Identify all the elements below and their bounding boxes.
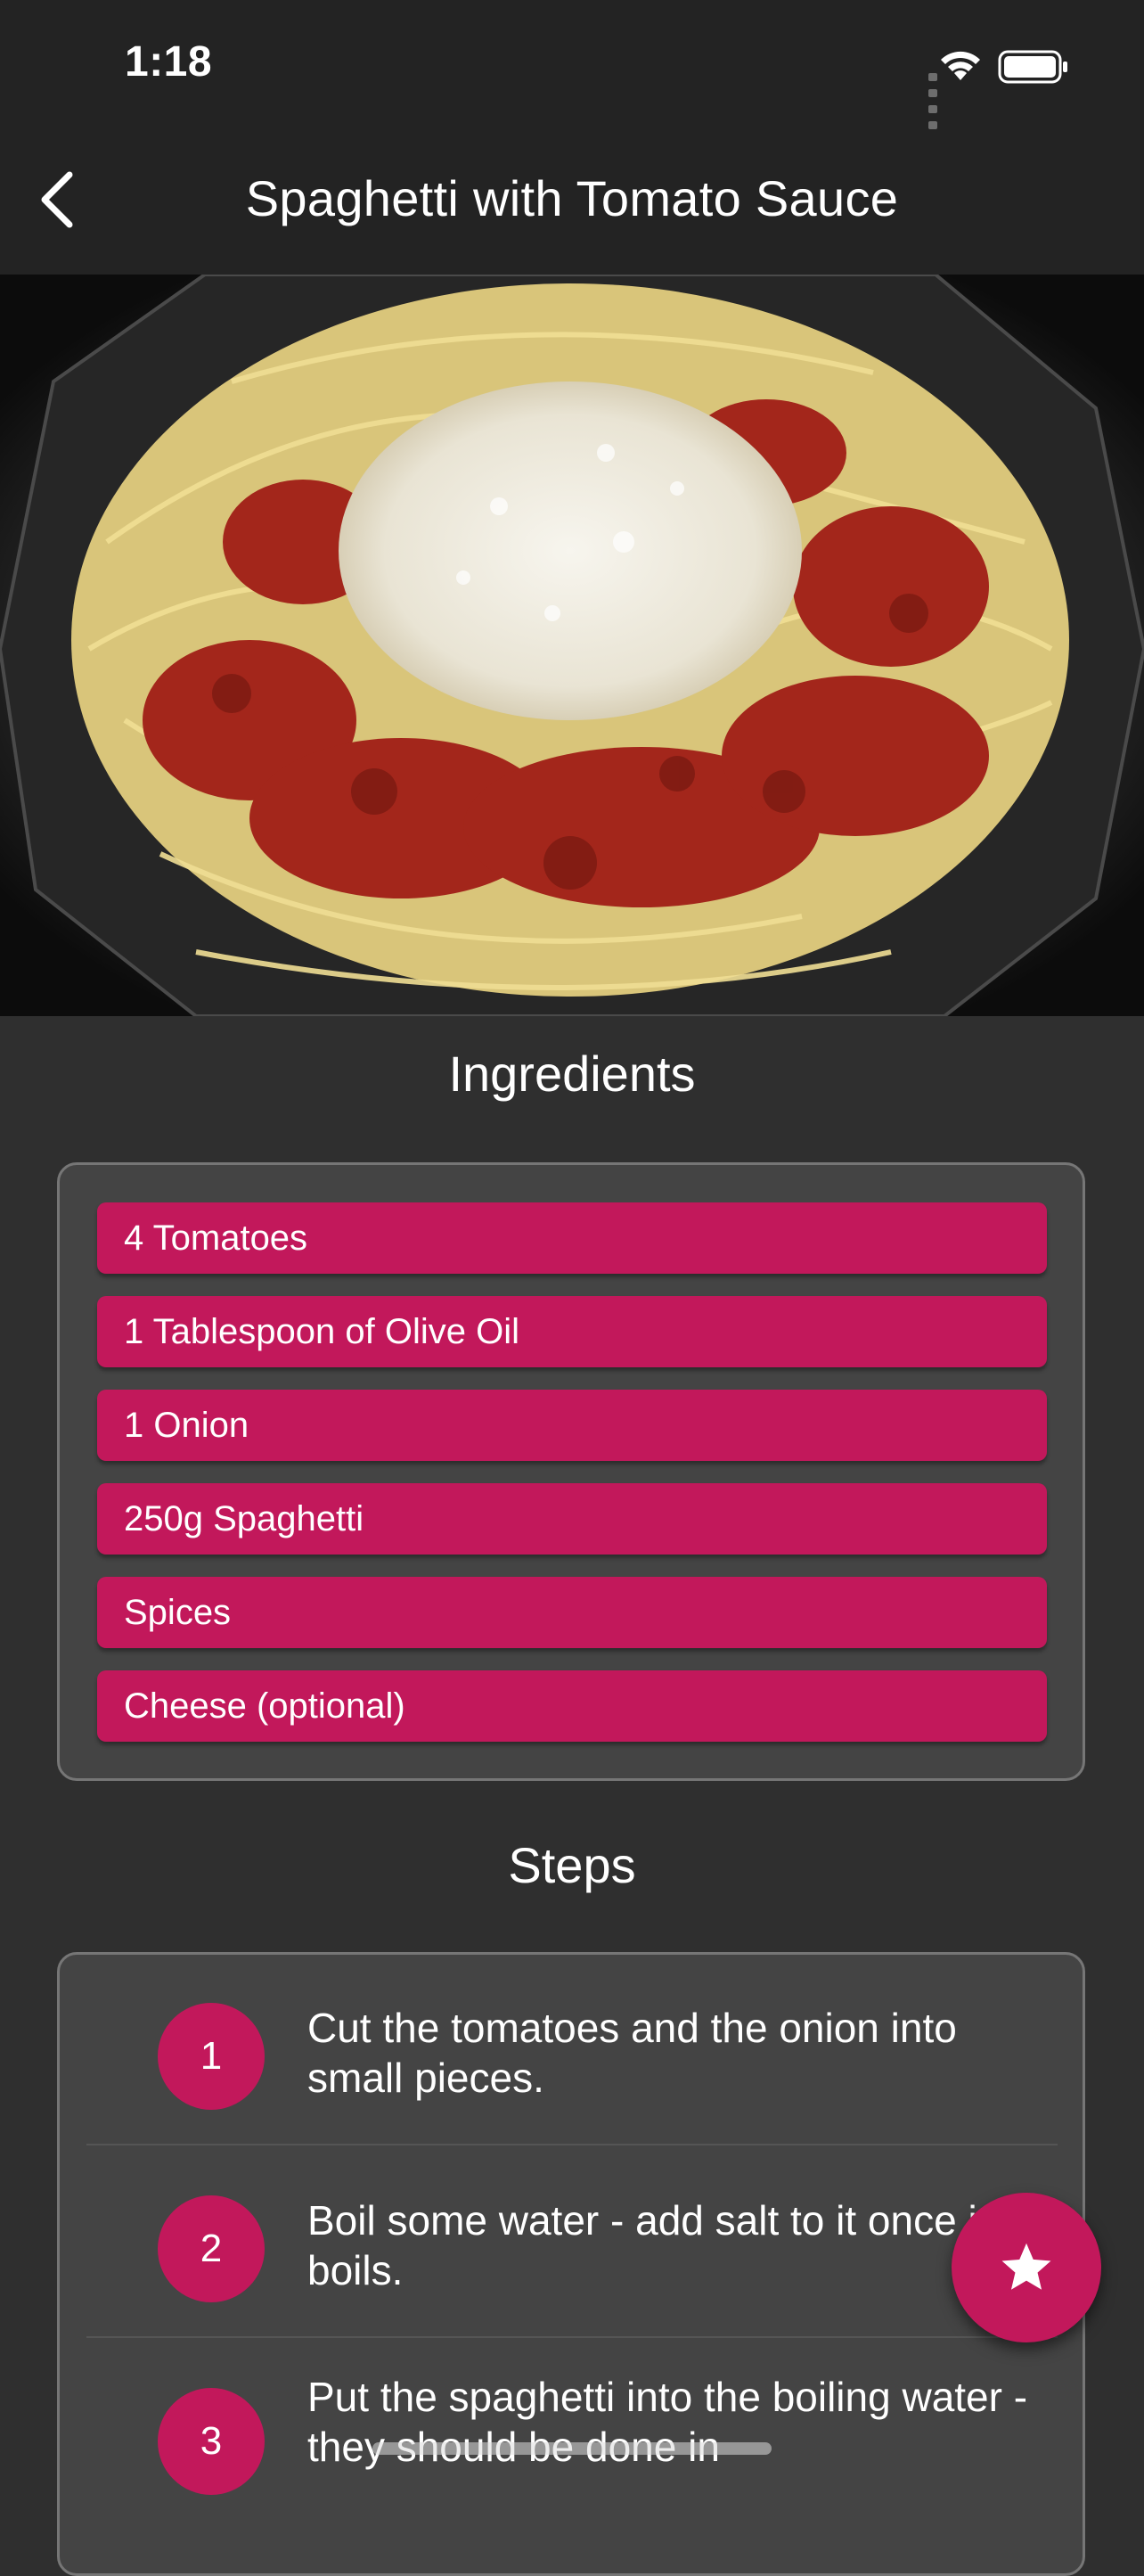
ingredient-item[interactable]: 4 Tomatoes	[97, 1202, 1047, 1274]
step-number: 1	[158, 2003, 265, 2110]
ingredient-item[interactable]: 250g Spaghetti	[97, 1483, 1047, 1555]
battery-icon	[998, 50, 1067, 84]
star-icon	[1001, 2243, 1051, 2290]
step-text: Cut the tomatoes and the onion into smal…	[307, 2005, 957, 2101]
ingredient-item[interactable]: Spices	[97, 1577, 1047, 1648]
wifi-icon	[941, 51, 980, 80]
divider	[86, 2144, 1058, 2145]
step-item[interactable]: 1 Cut the tomatoes and the onion into sm…	[86, 1955, 1058, 2145]
divider	[86, 2336, 1058, 2338]
ingredient-item[interactable]: Cheese (optional)	[97, 1670, 1047, 1742]
steps-card: 1 Cut the tomatoes and the onion into sm…	[57, 1952, 1085, 2576]
step-number: 3	[158, 2388, 265, 2495]
home-indicator[interactable]	[372, 2442, 772, 2455]
status-time: 1:18	[125, 38, 213, 86]
step-text: Boil some water - add salt to it once it…	[307, 2197, 989, 2293]
step-item[interactable]: 2 Boil some water - add salt to it once …	[86, 2147, 1058, 2338]
ingredients-card: 4 Tomatoes 1 Tablespoon of Olive Oil 1 O…	[57, 1162, 1085, 1781]
steps-title: Steps	[508, 1837, 636, 1893]
app-bar: 1:18 Spaghetti with Tomato Sauce	[0, 0, 1144, 275]
recipe-image	[0, 275, 1144, 1016]
ingredient-item[interactable]: 1 Tablespoon of Olive Oil	[97, 1296, 1047, 1367]
favorite-button[interactable]	[952, 2193, 1101, 2342]
ingredients-title: Ingredients	[448, 1046, 696, 1102]
ingredient-item[interactable]: 1 Onion	[97, 1390, 1047, 1461]
step-text: Put the spaghetti into the boiling water…	[307, 2374, 1028, 2470]
page-title: Spaghetti with Tomato Sauce	[245, 170, 899, 226]
step-item[interactable]: 3 Put the spaghetti into the boiling wat…	[86, 2340, 1058, 2531]
step-number: 2	[158, 2195, 265, 2302]
